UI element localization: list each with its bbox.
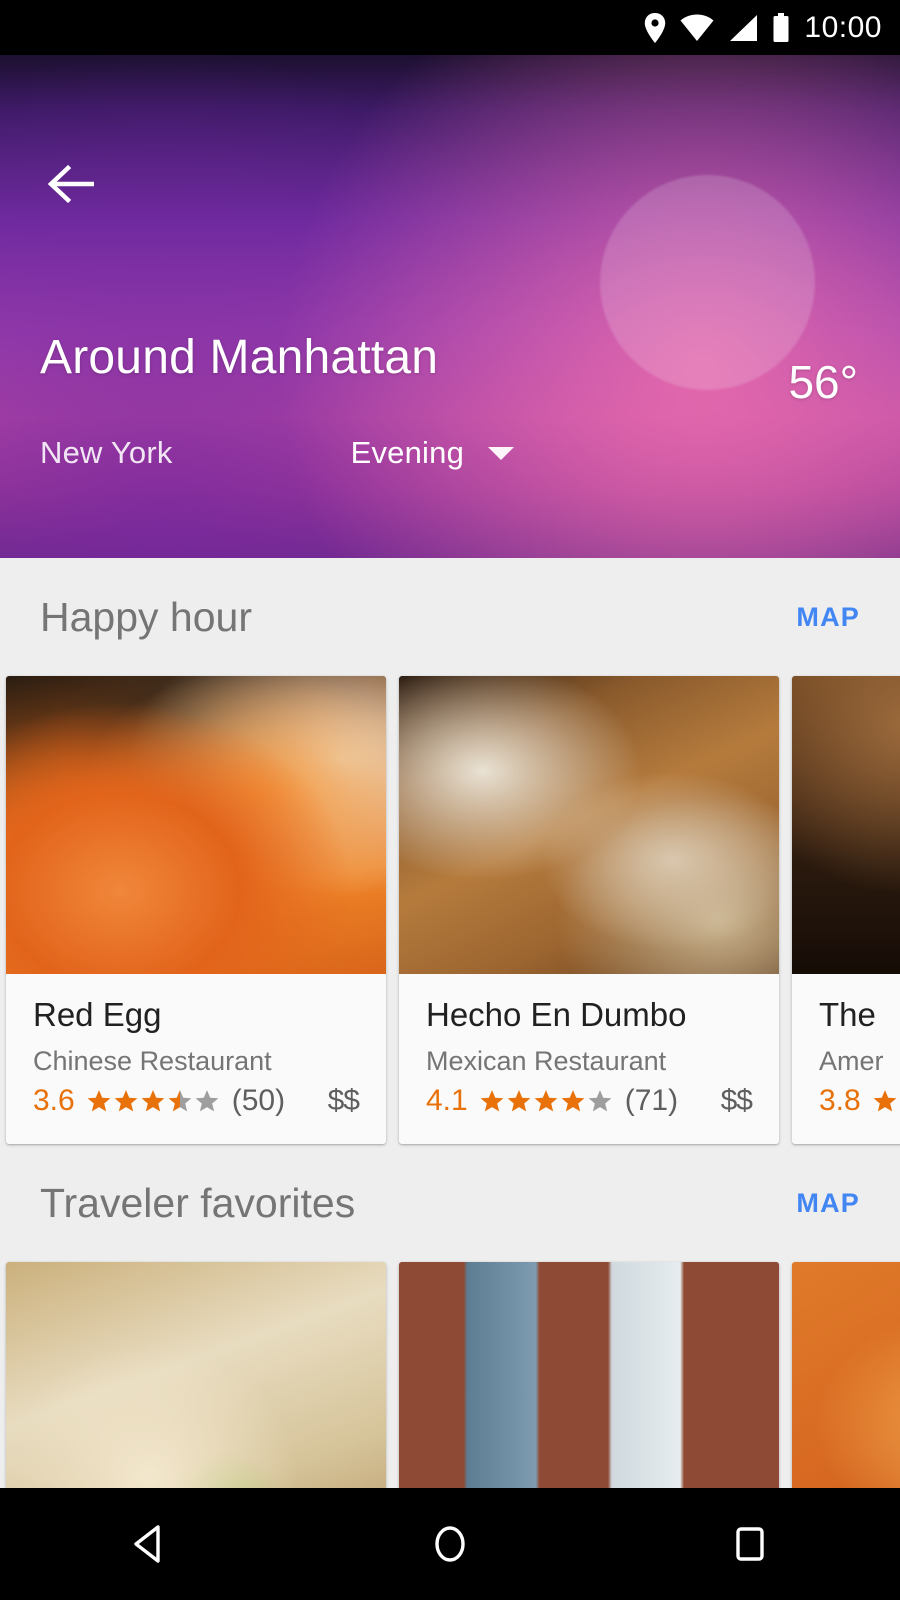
- place-card[interactable]: The Amer 3.8: [792, 676, 900, 1144]
- time-of-day-label: Evening: [350, 435, 465, 470]
- star-icon: [534, 1090, 558, 1112]
- section-header-happy-hour: Happy hour MAP: [0, 558, 900, 676]
- rating-value: 4.1: [426, 1084, 468, 1117]
- place-category: Chinese Restaurant: [33, 1046, 272, 1076]
- star-icon: [873, 1090, 897, 1112]
- price-level: $$: [327, 1084, 360, 1117]
- star-rating: [872, 1088, 898, 1114]
- place-photo: [6, 676, 386, 974]
- place-photo: [399, 676, 779, 974]
- place-meta-row: 4.1 (71) $$: [426, 1084, 753, 1118]
- nav-recents-button[interactable]: [690, 1488, 810, 1600]
- status-bar: 10:00: [0, 0, 900, 55]
- star-icon: [141, 1090, 165, 1112]
- back-arrow-icon[interactable]: [42, 153, 104, 215]
- section-title: Traveler favorites: [40, 1179, 356, 1226]
- rating-value: 3.8: [819, 1084, 861, 1117]
- city-label: New York: [40, 435, 173, 470]
- time-of-day-selector[interactable]: Evening: [350, 435, 515, 471]
- android-nav-bar: [0, 1488, 900, 1600]
- place-meta-row: 3.8: [819, 1084, 900, 1118]
- header-subrow: New York Evening: [40, 435, 515, 471]
- place-name: Red Egg: [33, 996, 162, 1033]
- place-card-body: Red Egg Chinese Restaurant 3.6 (50) $$: [6, 974, 386, 1144]
- recents-square-icon: [736, 1527, 764, 1561]
- star-icon: [507, 1090, 531, 1112]
- cell-signal-icon: [728, 14, 758, 42]
- app-screen: 10:00 Around Manhattan 56° New York Even…: [0, 0, 900, 1600]
- review-count: (50): [231, 1084, 286, 1117]
- map-link-happy-hour[interactable]: MAP: [796, 602, 860, 633]
- nav-home-button[interactable]: [390, 1488, 510, 1600]
- nav-back-button[interactable]: [90, 1488, 210, 1600]
- temperature-display: 56°: [788, 356, 858, 408]
- status-bar-clock: 10:00: [804, 10, 882, 44]
- chevron-down-icon: [488, 446, 515, 460]
- place-card[interactable]: Red Egg Chinese Restaurant 3.6 (50) $$: [6, 676, 386, 1144]
- card-row-happy-hour[interactable]: Red Egg Chinese Restaurant 3.6 (50) $$ H…: [0, 676, 900, 1144]
- star-half-icon: [168, 1090, 192, 1112]
- star-icon: [561, 1090, 585, 1112]
- place-card[interactable]: Hecho En Dumbo Mexican Restaurant 4.1 (7…: [399, 676, 779, 1144]
- star-empty-icon: [195, 1090, 219, 1112]
- star-rating: [86, 1088, 220, 1114]
- content-scroll-area[interactable]: Happy hour MAP Red Egg Chinese Restauran…: [0, 558, 900, 1560]
- star-icon: [87, 1090, 111, 1112]
- place-card-body: The Amer 3.8: [792, 974, 900, 1144]
- place-meta-row: 3.6 (50) $$: [33, 1084, 360, 1118]
- location-pin-icon: [644, 12, 666, 43]
- place-name: Hecho En Dumbo: [426, 996, 687, 1033]
- weather-header: Around Manhattan 56° New York Evening: [0, 55, 900, 558]
- wifi-icon: [680, 14, 714, 42]
- rating-value: 3.6: [33, 1084, 75, 1117]
- place-category: Mexican Restaurant: [426, 1046, 667, 1076]
- home-circle-icon: [435, 1526, 465, 1562]
- star-rating: [479, 1088, 613, 1114]
- map-link-traveler-favorites[interactable]: MAP: [796, 1188, 860, 1219]
- place-photo: [792, 676, 900, 974]
- place-name: The: [819, 996, 876, 1033]
- price-level: $$: [720, 1084, 753, 1117]
- page-title: Around Manhattan: [40, 331, 439, 384]
- place-category: Amer: [819, 1046, 884, 1076]
- star-icon: [480, 1090, 504, 1112]
- review-count: (71): [624, 1084, 679, 1117]
- place-card-body: Hecho En Dumbo Mexican Restaurant 4.1 (7…: [399, 974, 779, 1144]
- sun-circle-decoration: [600, 175, 815, 390]
- section-title: Happy hour: [40, 593, 252, 640]
- star-icon: [114, 1090, 138, 1112]
- section-header-traveler-favorites: Traveler favorites MAP: [0, 1144, 900, 1262]
- battery-icon: [772, 12, 790, 43]
- star-empty-icon: [588, 1090, 612, 1112]
- back-triangle-icon: [134, 1525, 160, 1563]
